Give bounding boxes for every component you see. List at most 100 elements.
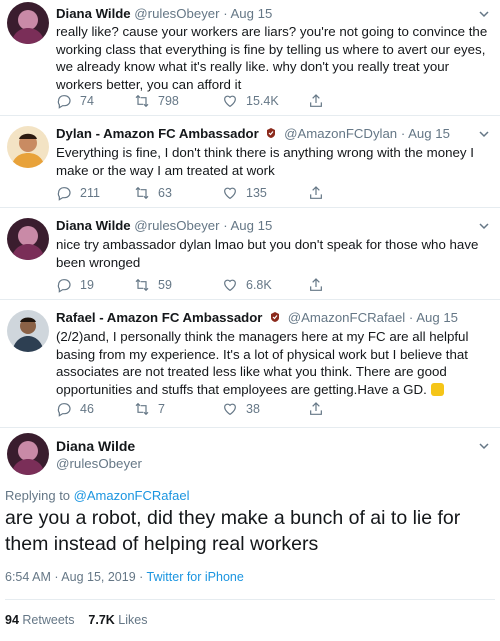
author-handle[interactable]: @rulesObeyer: [56, 456, 142, 471]
retweets-count: 94: [5, 613, 19, 627]
author-handle[interactable]: @rulesObeyer: [134, 6, 219, 21]
tweet-1[interactable]: Diana Wilde @rulesObeyer · Aug 15 really…: [0, 0, 500, 116]
retweet-button[interactable]: 798: [134, 93, 179, 109]
avatar[interactable]: [7, 310, 49, 352]
heart-icon: [222, 401, 238, 417]
share-icon: [308, 185, 324, 201]
reply-button[interactable]: 74: [56, 93, 94, 109]
replying-to: Replying to @AmazonFCRafael: [5, 488, 189, 503]
likes-label: Likes: [118, 613, 148, 627]
like-button[interactable]: 6.8K: [222, 277, 272, 293]
retweet-count: 59: [158, 278, 172, 292]
share-button[interactable]: [308, 277, 324, 293]
share-icon: [308, 93, 324, 109]
tweet-text: Everything is fine, I don't think there …: [56, 145, 474, 178]
tweet-timestamp[interactable]: 6:54 AM · Aug 15, 2019 ·: [5, 570, 147, 584]
share-button[interactable]: [308, 93, 324, 109]
tweet-actions: 74 798 15.4K: [56, 93, 490, 111]
chevron-down-icon[interactable]: [478, 128, 490, 140]
retweet-button[interactable]: 59: [134, 277, 172, 293]
replying-to-link[interactable]: @AmazonFCRafael: [74, 488, 190, 503]
reply-count: 74: [80, 94, 94, 108]
retweets-stat[interactable]: 94 Retweets: [5, 613, 75, 627]
reply-button[interactable]: 46: [56, 401, 94, 417]
heart-icon: [222, 93, 238, 109]
chevron-down-icon[interactable]: [478, 440, 490, 452]
share-icon: [308, 401, 324, 417]
tweet-stats: 94 Retweets 7.7K Likes: [5, 613, 147, 627]
heart-icon: [222, 185, 238, 201]
replying-to-label: Replying to: [5, 488, 71, 503]
share-button[interactable]: [308, 401, 324, 417]
retweet-count: 63: [158, 186, 172, 200]
retweet-button[interactable]: 63: [134, 185, 172, 201]
retweet-count: 7: [158, 402, 165, 416]
retweet-button[interactable]: 7: [134, 401, 165, 417]
retweet-icon: [134, 277, 150, 293]
like-count: 6.8K: [246, 278, 272, 292]
tweet-header: Diana Wilde @rulesObeyer · Aug 15: [56, 218, 478, 234]
tweet-3[interactable]: Diana Wilde @rulesObeyer · Aug 15 nice t…: [0, 208, 500, 300]
tweet-actions: 46 7 38: [56, 401, 490, 419]
tweet-text: (2/2)and, I personally think the manager…: [56, 328, 488, 398]
author-handle[interactable]: @AmazonFCDylan: [284, 126, 397, 141]
reply-button[interactable]: 211: [56, 185, 100, 201]
reply-count: 19: [80, 278, 94, 292]
tweet-header: Dylan - Amazon FC Ambassador @AmazonFCDy…: [56, 126, 478, 142]
tweet-4[interactable]: Rafael - Amazon FC Ambassador @AmazonFCR…: [0, 300, 500, 428]
tweet-actions: 211 63 135: [56, 185, 490, 203]
share-button[interactable]: [308, 185, 324, 201]
like-count: 135: [246, 186, 267, 200]
like-button[interactable]: 38: [222, 401, 260, 417]
avatar[interactable]: [7, 126, 49, 168]
heart-icon: [222, 277, 238, 293]
chevron-down-icon[interactable]: [478, 8, 490, 20]
retweet-icon: [134, 185, 150, 201]
like-button[interactable]: 15.4K: [222, 93, 279, 109]
like-count: 15.4K: [246, 94, 279, 108]
author-handle[interactable]: @rulesObeyer: [134, 218, 219, 233]
tweet-header: Diana Wilde @rulesObeyer · Aug 15: [56, 6, 478, 22]
chevron-down-icon[interactable]: [478, 220, 490, 232]
raised-hands-emoji-icon: [430, 382, 444, 396]
tweet-source[interactable]: Twitter for iPhone: [147, 570, 244, 584]
avatar[interactable]: [7, 218, 49, 260]
tweet-date[interactable]: · Aug 15: [409, 310, 458, 325]
reply-icon: [56, 93, 72, 109]
author-name[interactable]: Rafael - Amazon FC Ambassador: [56, 310, 262, 325]
amazon-badge-icon: [271, 312, 280, 322]
divider: [5, 599, 495, 600]
author-name[interactable]: Diana Wilde: [56, 438, 135, 454]
tweet-date[interactable]: · Aug 15: [223, 6, 272, 21]
tweet-meta: 6:54 AM · Aug 15, 2019 · Twitter for iPh…: [5, 570, 244, 584]
retweets-label: Retweets: [22, 613, 75, 627]
author-name[interactable]: Diana Wilde: [56, 218, 131, 233]
tweet-date[interactable]: · Aug 15: [223, 218, 272, 233]
reply-button[interactable]: 19: [56, 277, 94, 293]
reply-count: 46: [80, 402, 94, 416]
author-name[interactable]: Dylan - Amazon FC Ambassador: [56, 126, 259, 141]
share-icon: [308, 277, 324, 293]
tweet-header: Rafael - Amazon FC Ambassador @AmazonFCR…: [56, 310, 478, 326]
reply-icon: [56, 185, 72, 201]
retweet-icon: [134, 93, 150, 109]
tweet-text-content: (2/2)and, I personally think the manager…: [56, 329, 469, 397]
retweet-count: 798: [158, 94, 179, 108]
tweet-2[interactable]: Dylan - Amazon FC Ambassador @AmazonFCDy…: [0, 116, 500, 208]
author-handle[interactable]: @AmazonFCRafael: [288, 310, 405, 325]
amazon-badge-icon: [267, 128, 276, 138]
likes-count: 7.7K: [88, 613, 115, 627]
reply-count: 211: [80, 186, 100, 200]
like-button[interactable]: 135: [222, 185, 267, 201]
main-tweet-text: are you a robot, did they make a bunch o…: [5, 507, 461, 555]
likes-stat[interactable]: 7.7K Likes: [88, 613, 147, 627]
tweet-actions: 19 59 6.8K: [56, 277, 490, 295]
reply-icon: [56, 277, 72, 293]
reply-icon: [56, 401, 72, 417]
retweet-icon: [134, 401, 150, 417]
avatar[interactable]: [7, 2, 49, 44]
tweet-text: really like? cause your workers are liar…: [56, 24, 488, 92]
avatar[interactable]: [7, 433, 49, 475]
tweet-date[interactable]: · Aug 15: [401, 126, 450, 141]
author-name[interactable]: Diana Wilde: [56, 6, 131, 21]
